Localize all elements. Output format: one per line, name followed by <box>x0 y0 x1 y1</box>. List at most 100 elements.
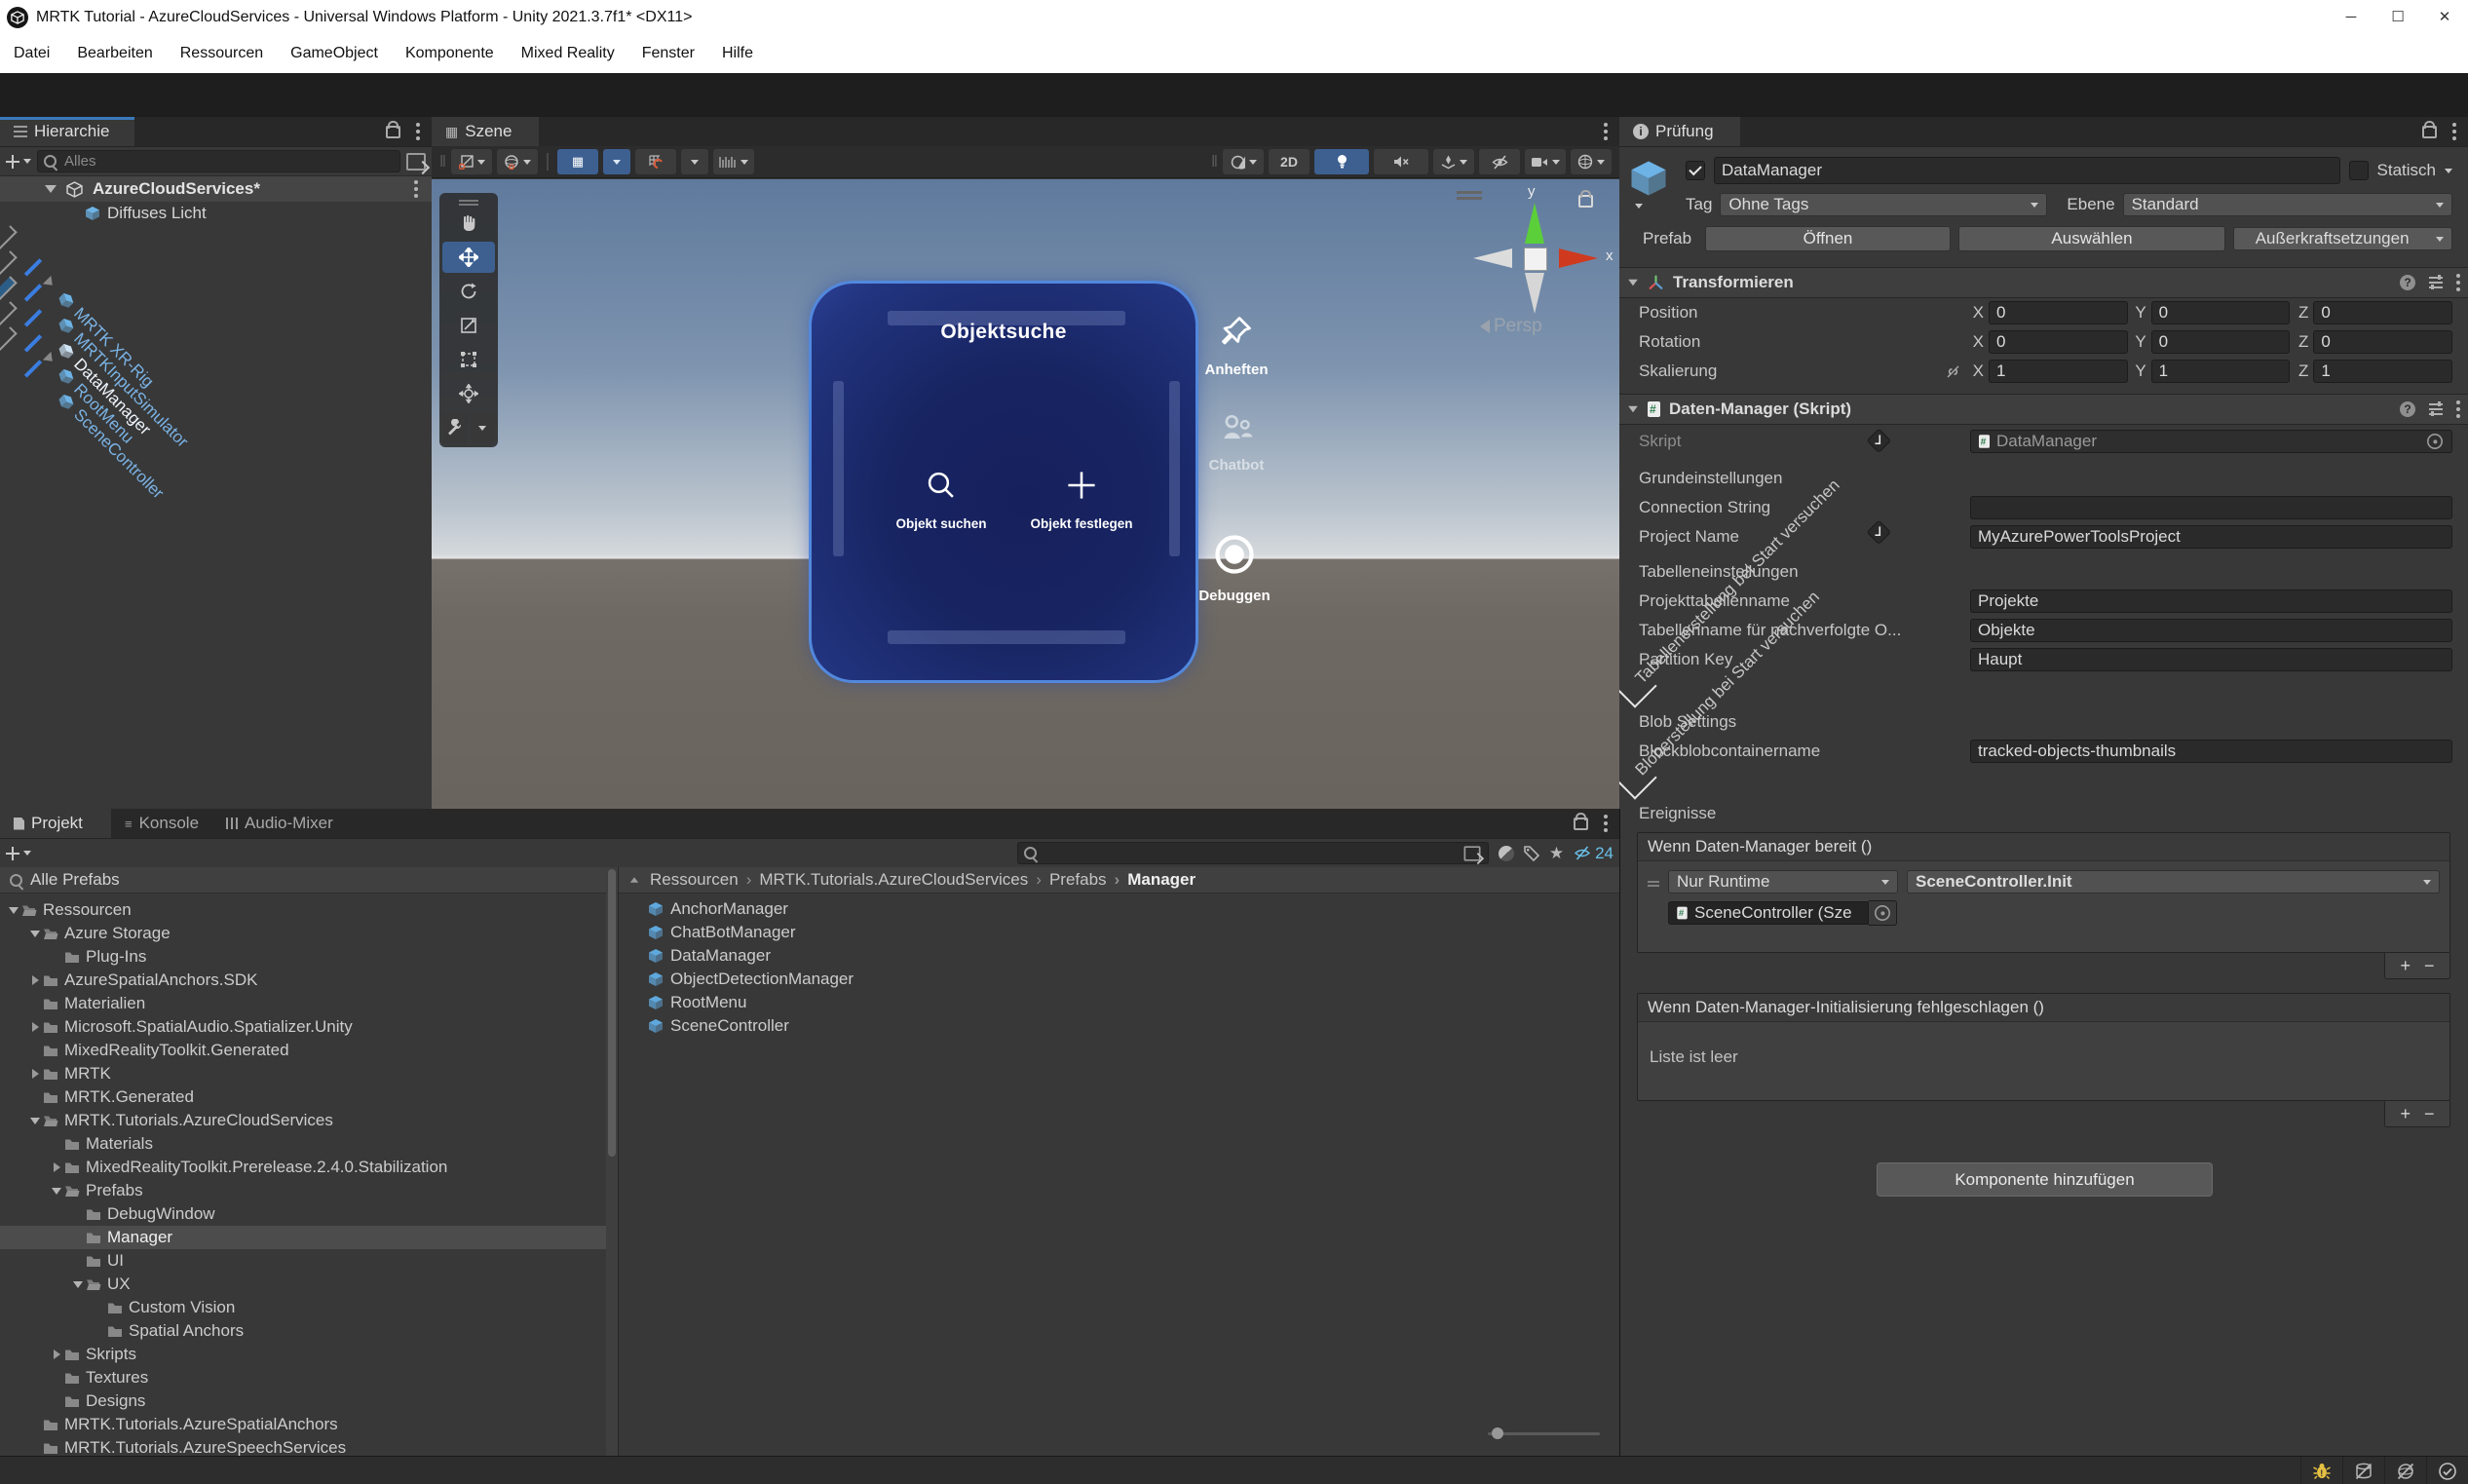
breadcrumb-item[interactable]: MRTK.Tutorials.AzureCloudServices <box>739 870 1029 890</box>
lock-icon[interactable] <box>2422 126 2437 138</box>
tab-console[interactable]: ≡ Konsole <box>111 809 212 838</box>
folder-tree-item[interactable]: UI <box>0 1249 618 1273</box>
folder-tree-item[interactable]: MixedRealityToolkit.Prerelease.2.4.0.Sta… <box>0 1156 618 1179</box>
shading-mode-dropdown[interactable] <box>1223 149 1264 174</box>
prefab-file-item[interactable]: DataManager <box>619 944 1619 968</box>
collab-status-button[interactable] <box>2384 1457 2426 1484</box>
kebab-menu-icon[interactable] <box>416 123 420 127</box>
folder-tree-item[interactable]: Materials <box>0 1132 618 1156</box>
menu-item[interactable]: Bearbeiten <box>63 34 166 73</box>
hierarchy-item[interactable]: SceneController <box>0 326 18 351</box>
tab-audio-mixer[interactable]: Audio-Mixer <box>212 809 347 838</box>
field-input[interactable]: Objekte <box>1970 619 2452 642</box>
folder-tree-item[interactable]: Manager <box>0 1226 618 1249</box>
lock-icon[interactable] <box>1574 818 1588 830</box>
add-event-button[interactable]: + <box>2400 956 2411 976</box>
folder-tree-item[interactable]: Spatial Anchors <box>0 1319 618 1343</box>
field-input[interactable]: Projekte <box>1970 590 2452 613</box>
debugger-status-button[interactable]: ! <box>2300 1457 2342 1484</box>
folder-tree-item[interactable]: Microsoft.SpatialAudio.Spatializer.Unity <box>0 1015 618 1039</box>
folder-tree-item[interactable]: MRTK.Tutorials.AzureSpatialAnchors <box>0 1413 618 1436</box>
kebab-menu-icon[interactable] <box>2452 123 2456 127</box>
header-foldout-icon[interactable] <box>1635 204 1643 209</box>
anheften-button[interactable]: Anheften <box>1178 314 1295 378</box>
tree-scrollbar[interactable] <box>606 867 618 1456</box>
remove-event-button[interactable]: − <box>2424 1104 2435 1124</box>
script-component-header[interactable]: Daten-Manager (Skript) <box>1619 394 2468 425</box>
lighting-toggle[interactable] <box>1314 149 1369 174</box>
tag-dropdown[interactable]: Ohne Tags <box>1720 193 2047 216</box>
rect-tool[interactable] <box>442 344 495 375</box>
perspective-toggle[interactable]: Persp <box>1480 316 1542 337</box>
hierarchy-item[interactable]: Diffuses Licht <box>0 202 432 225</box>
favorites-search-item[interactable]: Alle Prefabs <box>0 867 618 894</box>
increment-snap-dropdown[interactable] <box>681 149 708 174</box>
hierarchy-item[interactable]: RootMenu <box>0 301 18 325</box>
minimize-button[interactable]: ─ <box>2328 0 2374 34</box>
foldout-icon[interactable] <box>49 1350 64 1359</box>
help-icon[interactable] <box>2400 275 2415 290</box>
thumbnail-zoom-slider[interactable] <box>1488 1427 1600 1440</box>
object-picker-icon[interactable] <box>2427 434 2443 449</box>
transform-component-header[interactable]: Transformieren <box>1619 267 2468 298</box>
folder-tree-item[interactable]: Custom Vision <box>0 1296 618 1319</box>
foldout-open-icon[interactable] <box>45 185 57 193</box>
search-by-label-icon[interactable] <box>1524 846 1539 861</box>
close-button[interactable]: ✕ <box>2421 0 2468 34</box>
hidden-objects-toggle[interactable] <box>1479 149 1520 174</box>
grid-snap-toggle[interactable]: ▦ <box>557 149 598 174</box>
hierarchy-item[interactable]: DataManager <box>0 276 18 300</box>
breadcrumb-item[interactable]: Ressourcen <box>650 870 739 890</box>
foldout-closed-icon[interactable] <box>39 274 58 293</box>
prefab-overrides-dropdown[interactable]: Außerkraftsetzungen <box>2233 227 2452 250</box>
project-search-field[interactable] <box>1017 842 1489 864</box>
axis-y-field[interactable]: 1 <box>2151 360 2291 383</box>
folder-tree-item[interactable]: DebugWindow <box>0 1202 618 1226</box>
transform-tool[interactable] <box>442 378 495 409</box>
event-target-field[interactable]: SceneController (Sze <box>1668 901 1869 925</box>
custom-tools-dropdown[interactable] <box>471 412 496 443</box>
kebab-menu-icon[interactable] <box>2456 400 2460 404</box>
prefab-file-item[interactable]: SceneController <box>619 1014 1619 1038</box>
folder-tree-item[interactable]: MRTK.Tutorials.AzureSpeechServices <box>0 1436 618 1456</box>
prefab-file-item[interactable]: ObjectDetectionManager <box>619 968 1619 991</box>
save-search-star-icon[interactable]: ★ <box>1549 844 1564 863</box>
kebab-menu-icon[interactable] <box>1604 815 1608 818</box>
objekt-suchen-button[interactable]: Objekt suchen <box>868 469 1014 531</box>
kebab-menu-icon[interactable] <box>1604 123 1608 127</box>
hierarchy-search-field[interactable] <box>37 150 400 172</box>
scene-viewport[interactable]: Objektsuche Objekt suchen Objekt festleg… <box>432 179 1619 809</box>
folder-tree-item[interactable]: Prefabs <box>0 1179 618 1202</box>
hierarchy-item[interactable]: MRTK XR-Rig <box>0 225 18 249</box>
kebab-menu-icon[interactable] <box>414 180 418 184</box>
folder-tree-item[interactable]: Azure Storage <box>0 922 618 945</box>
kebab-menu-icon[interactable] <box>2456 274 2460 278</box>
progress-status-button[interactable] <box>2426 1457 2468 1484</box>
foldout-icon[interactable] <box>27 1022 43 1032</box>
gameobject-name-field[interactable]: DataManager <box>1714 157 2340 184</box>
object-picker-button[interactable] <box>1869 900 1897 926</box>
foldout-icon[interactable] <box>6 907 21 914</box>
active-checkbox[interactable] <box>1686 161 1705 180</box>
scrollbar-thumb[interactable] <box>608 869 616 1157</box>
camera-settings-dropdown[interactable] <box>1525 149 1566 174</box>
remove-event-button[interactable]: − <box>2424 956 2435 976</box>
tab-project[interactable]: Projekt <box>0 809 111 838</box>
project-search-input[interactable] <box>1043 844 1457 862</box>
tool-handle-rotation-dropdown[interactable] <box>497 149 538 174</box>
maximize-button[interactable]: ☐ <box>2374 0 2421 34</box>
add-object-button[interactable] <box>6 155 31 169</box>
grid-snap-dropdown[interactable] <box>603 149 630 174</box>
help-icon[interactable] <box>2400 401 2415 417</box>
rotate-tool[interactable] <box>442 276 495 307</box>
overlay-handle[interactable] <box>442 197 495 205</box>
scale-tool[interactable] <box>442 310 495 341</box>
hidden-packages-toggle[interactable]: 24 <box>1574 844 1614 863</box>
gizmo-y-axis[interactable] <box>1525 203 1544 244</box>
menu-item[interactable]: Ressourcen <box>167 34 277 73</box>
menu-item[interactable]: GameObject <box>277 34 392 73</box>
gizmo-x-axis[interactable] <box>1559 248 1598 268</box>
prefab-open-button[interactable]: Öffnen <box>1705 226 1951 251</box>
increment-snap-button[interactable] <box>635 149 676 174</box>
script-object-field[interactable]: DataManager <box>1970 430 2452 453</box>
